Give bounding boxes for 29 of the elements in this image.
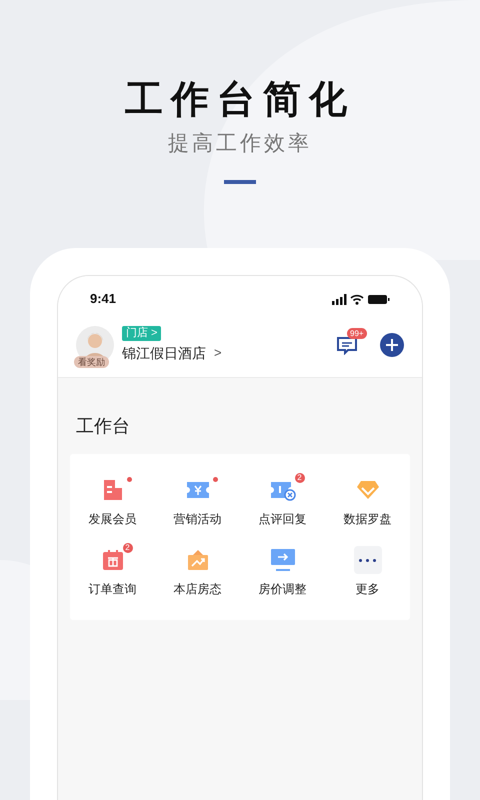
status-icons (332, 294, 390, 304)
workbench-item[interactable]: 更多 (325, 546, 410, 598)
plus-icon (386, 338, 398, 350)
workbench-item[interactable]: 数据罗盘 (325, 476, 410, 528)
workbench-title: 工作台 (76, 415, 131, 438)
ticket-icon (186, 480, 210, 500)
workbench-item[interactable]: 房价调整 (240, 546, 325, 598)
message-count: 99+ (347, 328, 367, 338)
headline-subtitle: 提高工作效率 (168, 131, 312, 157)
workbench-item[interactable]: 发展会员 (70, 476, 155, 528)
workbench-item[interactable]: 本店房态 (155, 546, 240, 598)
count-badge: 2 (122, 542, 134, 554)
ticket-icon (270, 479, 296, 501)
workbench-item[interactable]: 营销活动 (155, 476, 240, 528)
diamond-icon (356, 480, 380, 500)
message-icon[interactable] (336, 334, 358, 354)
store-name[interactable]: 锦江假日酒店 (122, 342, 206, 364)
monitor-icon (270, 548, 296, 572)
document-icon (102, 479, 124, 501)
status-time: 9:41 (90, 290, 116, 308)
accent-bar (224, 180, 256, 184)
gift-icon (102, 549, 124, 571)
avatar-badge: 看奖励 (74, 356, 109, 368)
headline-title: 工作台简化 (125, 78, 355, 123)
add-button[interactable] (380, 332, 404, 356)
count-badge: 2 (294, 472, 306, 484)
store-arrow[interactable]: > (214, 343, 222, 363)
more-icon (354, 546, 382, 574)
chart-icon (186, 549, 208, 571)
